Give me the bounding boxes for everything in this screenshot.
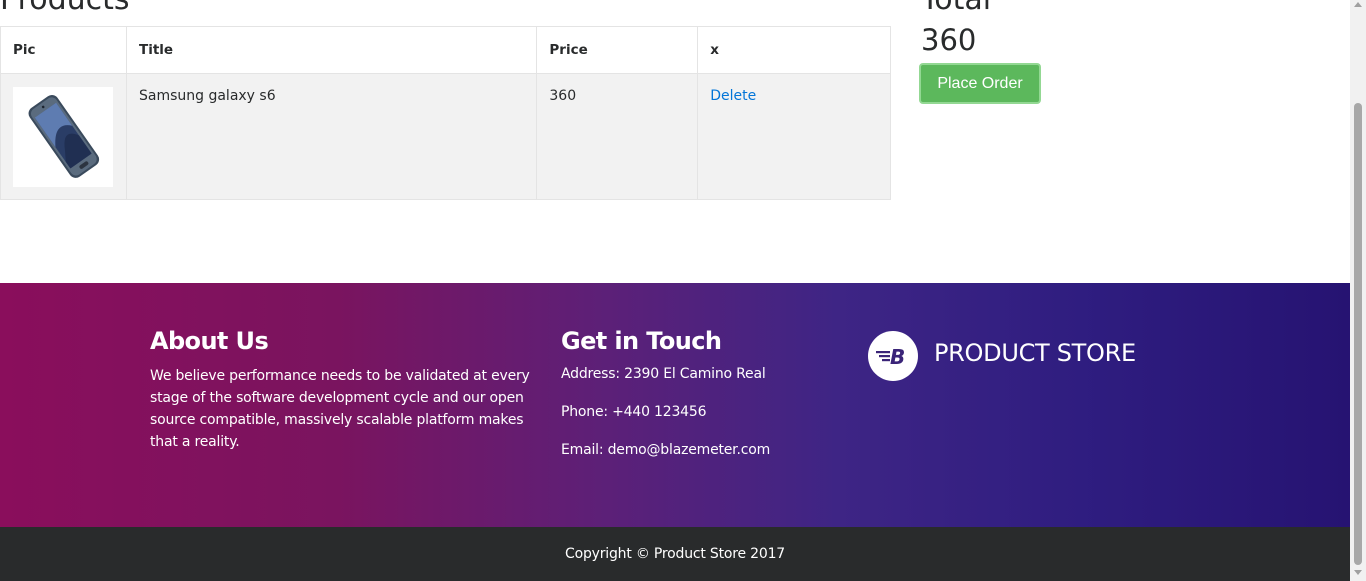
column-header-price: Price xyxy=(536,26,699,74)
column-header-pic: Pic xyxy=(0,26,127,74)
place-order-button[interactable]: Place Order xyxy=(919,63,1041,104)
delete-link[interactable]: Delete xyxy=(710,88,756,104)
blazemeter-b-icon: B xyxy=(876,345,905,369)
copyright-bar: Copyright © Product Store 2017 xyxy=(0,527,1350,581)
copyright-text: Copyright © Product Store 2017 xyxy=(565,546,785,562)
brand-name: PRODUCT STORE xyxy=(934,339,1136,367)
phone-text: Phone: +440 123456 xyxy=(561,404,707,420)
delete-cell: Delete xyxy=(697,73,891,200)
total-heading: Total xyxy=(921,0,991,18)
scroll-down-arrow-icon[interactable] xyxy=(1354,570,1362,575)
scroll-up-arrow-icon[interactable] xyxy=(1354,2,1362,7)
phone-icon xyxy=(28,95,100,178)
brand-logo-icon: B xyxy=(868,331,918,381)
address-text: Address: 2390 El Camino Real xyxy=(561,366,766,382)
page: Products Pic Title Price x xyxy=(0,0,1350,581)
email-text: Email: demo@blazemeter.com xyxy=(561,442,771,458)
products-heading: Products xyxy=(0,0,130,18)
about-us-text: We believe performance needs to be valid… xyxy=(150,368,530,450)
product-pic-cell xyxy=(0,73,127,200)
cart-table: Pic Title Price x Samsung galaxy s6 360 … xyxy=(0,26,891,200)
total-value: 360 xyxy=(921,23,977,57)
get-in-touch-heading: Get in Touch xyxy=(561,327,722,355)
vertical-scrollbar[interactable] xyxy=(1350,0,1366,581)
column-header-x: x xyxy=(697,26,891,74)
table-row: Samsung galaxy s6 360 Delete xyxy=(0,73,891,200)
scrollbar-thumb[interactable] xyxy=(1354,103,1362,565)
table-header-row: Pic Title Price x xyxy=(0,26,891,74)
product-image xyxy=(13,87,113,187)
footer: About Us We believe performance needs to… xyxy=(0,283,1350,527)
column-header-title: Title xyxy=(125,26,538,74)
svg-text:B: B xyxy=(890,345,905,369)
about-us-heading: About Us xyxy=(150,327,269,355)
product-price: 360 xyxy=(536,73,699,200)
product-title: Samsung galaxy s6 xyxy=(125,73,538,200)
